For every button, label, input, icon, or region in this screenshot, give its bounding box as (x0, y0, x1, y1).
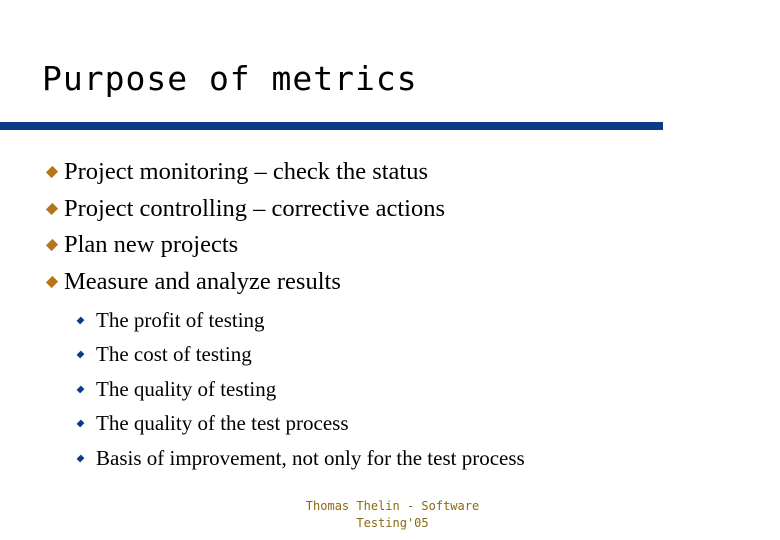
diamond-bullet-icon (76, 350, 85, 359)
list-item: Project controlling – corrective actions (44, 191, 445, 228)
sub-list-item: The quality of the test process (76, 407, 525, 442)
sub-bullet-text: The quality of the test process (96, 411, 349, 436)
list-item: Project monitoring – check the status (44, 154, 445, 191)
slide-title: Purpose of metrics (42, 59, 418, 98)
sub-bullet-text: Basis of improvement, not only for the t… (96, 445, 525, 470)
diamond-bullet-icon (45, 239, 59, 252)
sub-list-item: The quality of testing (76, 372, 525, 407)
bullet-text: Plan new projects (64, 231, 239, 259)
sub-list-item: The cost of testing (76, 338, 525, 373)
slide-footer: Thomas Thelin - Software Testing'05 (270, 498, 515, 532)
diamond-bullet-icon (76, 454, 85, 463)
main-bullet-list: Project monitoring – check the status Pr… (44, 154, 445, 300)
sub-bullet-list: The profit of testing The cost of testin… (76, 303, 525, 476)
sub-bullet-text: The quality of testing (96, 376, 277, 401)
diamond-bullet-icon (45, 202, 59, 215)
sub-bullet-text: The cost of testing (96, 342, 252, 367)
diamond-bullet-icon (45, 166, 59, 179)
diamond-bullet-icon (76, 419, 85, 428)
sub-bullet-text: The profit of testing (96, 307, 265, 332)
footer-course-line: Testing'05 (356, 516, 429, 530)
bullet-text: Measure and analyze results (64, 267, 341, 295)
bullet-text: Project monitoring – check the status (64, 158, 429, 186)
bullet-text: Project controlling – corrective actions (64, 194, 445, 222)
list-item: Measure and analyze results (44, 264, 445, 301)
diamond-bullet-icon (76, 385, 85, 394)
sub-list-item: Basis of improvement, not only for the t… (76, 441, 525, 476)
diamond-bullet-icon (45, 275, 59, 288)
diamond-bullet-icon (76, 316, 85, 325)
title-divider (0, 122, 663, 130)
footer-author-line: Thomas Thelin - Software (305, 499, 480, 513)
list-item: Plan new projects (44, 227, 445, 264)
sub-list-item: The profit of testing (76, 303, 525, 338)
